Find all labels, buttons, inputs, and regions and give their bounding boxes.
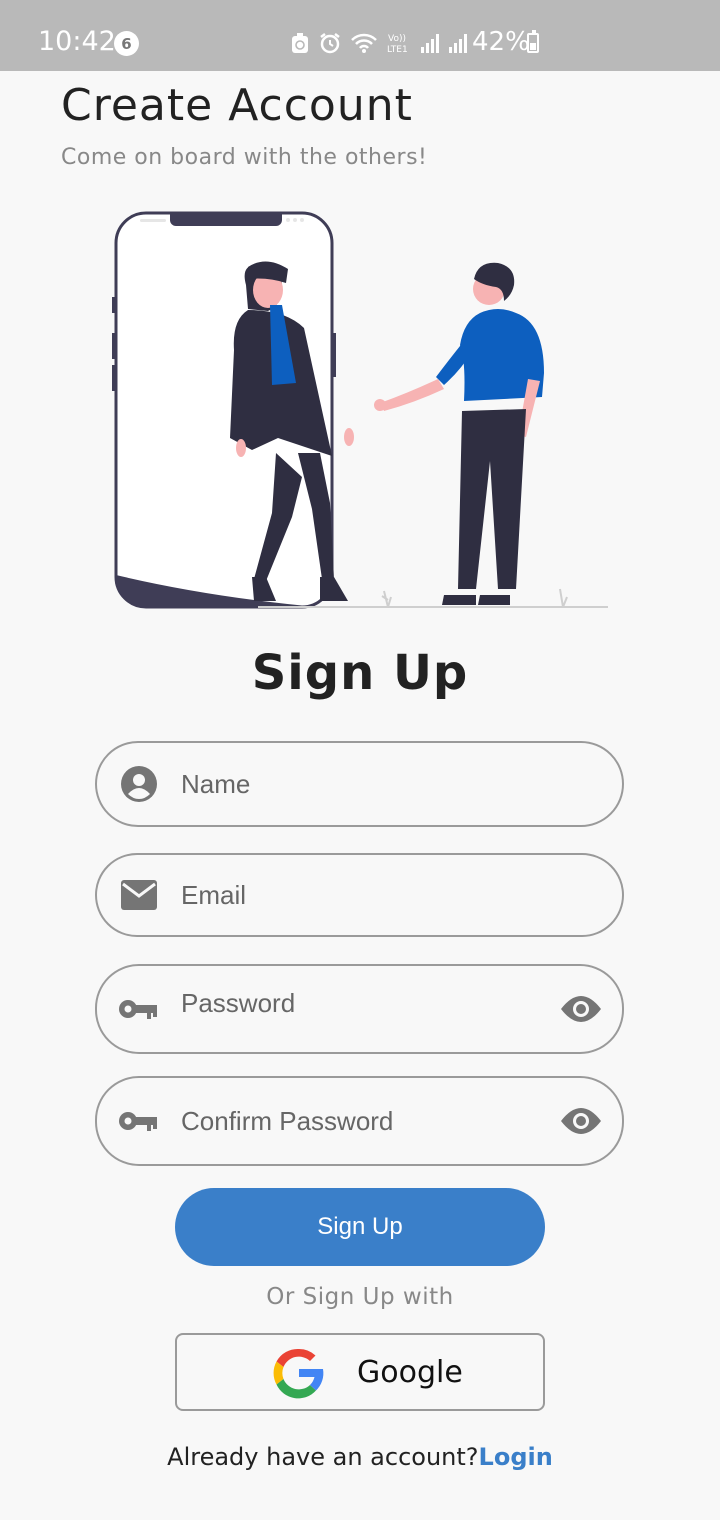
signup-heading: Sign Up — [251, 645, 469, 701]
google-label: Google — [357, 1355, 463, 1390]
eye-icon[interactable] — [560, 994, 602, 1024]
person-icon — [119, 764, 159, 804]
svg-text:LTE1: LTE1 — [387, 45, 408, 55]
key-icon — [119, 989, 159, 1029]
confirm-password-input[interactable] — [181, 1078, 541, 1164]
name-field[interactable] — [95, 741, 624, 827]
name-input[interactable] — [181, 743, 541, 825]
key-icon — [119, 1101, 159, 1141]
google-logo-icon — [273, 1348, 324, 1399]
mail-icon — [119, 875, 159, 915]
login-prompt: Already have an account?Login — [0, 1443, 720, 1471]
signup-button[interactable]: Sign Up — [175, 1188, 545, 1266]
confirm-password-field[interactable] — [95, 1076, 624, 1166]
page-title: Create Account — [61, 80, 413, 131]
status-time: 10:42 — [38, 26, 116, 57]
recycle-icon — [292, 33, 308, 53]
battery-icon — [527, 30, 539, 53]
status-bar: 10:42 6 Vo)) LTE1 42% — [0, 0, 720, 71]
google-signup-button[interactable]: Google — [175, 1333, 545, 1411]
svg-text:Vo)): Vo)) — [388, 34, 406, 44]
password-field[interactable] — [95, 960, 624, 1054]
volte-icon: Vo))LTE1 — [387, 34, 408, 55]
alarm-icon — [320, 33, 340, 54]
signal-strength-icon-2 — [449, 34, 467, 53]
signup-illustration — [112, 211, 608, 609]
page-subtitle: Come on board with the others! — [61, 145, 428, 170]
login-prompt-text: Already have an account? — [167, 1443, 479, 1471]
email-field[interactable] — [95, 853, 624, 937]
notification-count-badge: 6 — [114, 31, 139, 56]
wifi-icon — [351, 33, 377, 53]
login-link[interactable]: Login — [479, 1443, 553, 1471]
battery-percent: 42% — [472, 27, 530, 57]
email-input[interactable] — [181, 855, 541, 935]
eye-icon[interactable] — [560, 1106, 602, 1136]
password-input[interactable] — [181, 960, 541, 1046]
signal-strength-icon — [421, 34, 439, 53]
status-icons: Vo)) LTE1 — [290, 28, 468, 58]
alt-signup-divider: Or Sign Up with — [266, 1284, 454, 1310]
